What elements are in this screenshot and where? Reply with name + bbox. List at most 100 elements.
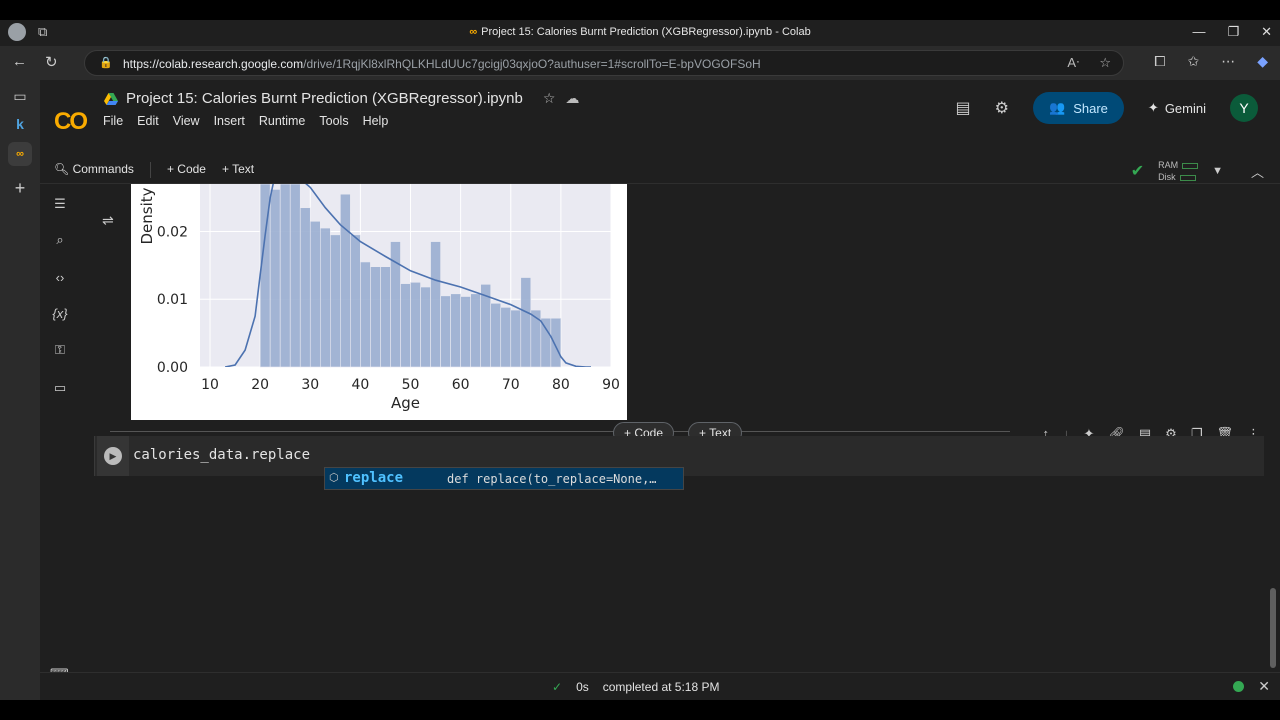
histogram-bar <box>299 207 311 368</box>
notebook-scrollbar[interactable] <box>1270 588 1276 668</box>
reload-icon[interactable]: ↻ <box>45 53 58 71</box>
cell-divider <box>110 431 1010 432</box>
histogram-bar <box>289 183 301 368</box>
address-bar[interactable]: 🔒 https://colab.research.google.com/driv… <box>84 50 1124 76</box>
histogram-bar <box>340 193 351 368</box>
avatar[interactable]: Y <box>1230 94 1258 122</box>
status-check-icon: ✓ <box>552 680 563 694</box>
y-tick-label: 0.02 <box>157 224 188 240</box>
share-button[interactable]: 👥 Share <box>1033 92 1124 124</box>
restore-icon[interactable]: ❐ <box>1227 24 1239 40</box>
star-icon[interactable]: ☆ <box>543 90 556 107</box>
suggestion-name[interactable]: replace <box>344 470 403 486</box>
histogram-bar <box>510 309 522 368</box>
code-editor[interactable]: calories_data.replace <box>133 447 310 463</box>
y-tick-label: 0.01 <box>157 292 188 308</box>
menu-edit[interactable]: Edit <box>137 114 159 128</box>
window-title: Project 15: Calories Burnt Prediction (X… <box>481 26 811 38</box>
minimize-icon[interactable]: — <box>1192 24 1205 40</box>
gemini-button[interactable]: ✦ Gemini <box>1148 100 1206 116</box>
connected-check-icon: ✔ <box>1130 163 1145 180</box>
google-drive-icon <box>104 92 118 105</box>
histogram-bar <box>430 241 441 368</box>
browser-titlebar: ⧉ ∞ Project 15: Calories Burnt Prediction… <box>0 20 1280 46</box>
files-folder-icon[interactable]: ▭ <box>50 380 70 396</box>
people-icon: 👥 <box>1049 100 1066 115</box>
autocomplete-popup: ⬡ replace def replace(to_replace=None,… <box>324 467 684 490</box>
close-status-icon[interactable]: ✕ <box>1258 678 1270 695</box>
code-snippets-icon[interactable]: ‹› <box>50 270 70 285</box>
play-icon: ▶ <box>104 447 122 465</box>
favorite-star-icon[interactable]: ☆ <box>1099 55 1111 71</box>
site-info-icon[interactable]: 🔒 <box>99 56 113 69</box>
variables-icon[interactable]: {x} <box>50 306 70 321</box>
output-options-icon[interactable]: ⇌ <box>102 212 114 229</box>
menu-file[interactable]: File <box>103 114 123 128</box>
cloud-saved-icon[interactable]: ☁ <box>565 90 579 107</box>
histogram-bar <box>400 283 411 368</box>
execution-status[interactable]: completed at 5:18 PM <box>603 680 720 694</box>
settings-gear-icon[interactable]: ⚙ <box>995 98 1009 118</box>
histogram-bar <box>330 234 341 368</box>
x-tick-label: 70 <box>502 377 520 393</box>
histogram-bar <box>420 286 431 368</box>
secrets-key-icon[interactable]: ⚿ <box>50 342 70 358</box>
ram-disk-indicator[interactable]: RAM Disk <box>1158 159 1199 183</box>
age-distribution-plot: 10 20 30 40 50 60 70 80 90 0.00 0.01 0.02 Age Density <box>131 183 627 420</box>
runtime-dropdown-icon[interactable]: ▼ <box>1212 165 1223 177</box>
close-window-icon[interactable]: ✕ <box>1261 24 1272 40</box>
browser-sidebar: ▭ k ∞ + <box>0 80 40 700</box>
x-tick-label: 30 <box>301 377 319 393</box>
colab-tab-icon[interactable]: ∞ <box>8 142 32 166</box>
colab-sidebar: ☰ ⌕ ‹› {x} ⚿ ▭ <box>40 184 78 700</box>
run-cell-button[interactable]: ▶ <box>97 436 129 476</box>
histogram-bar <box>520 277 532 368</box>
copilot-icon[interactable]: ◆ <box>1257 53 1268 70</box>
more-menu-icon[interactable]: ⋯ <box>1221 53 1235 70</box>
histogram-bar <box>319 227 331 368</box>
comments-icon[interactable]: ▤ <box>956 98 971 118</box>
histogram-bar <box>380 266 391 368</box>
suggestion-signature: def replace(to_replace=None,… <box>447 472 657 486</box>
x-tick-label: 90 <box>602 377 620 393</box>
histogram-bar <box>530 309 542 368</box>
colab-logo[interactable]: CO <box>54 108 88 136</box>
histogram-bar <box>350 234 361 368</box>
table-of-contents-icon[interactable]: ☰ <box>50 196 70 212</box>
method-cube-icon: ⬡ <box>329 472 339 484</box>
search-icon: 🔍︎ <box>54 162 70 176</box>
read-aloud-icon[interactable]: Aᐧ <box>1067 55 1079 71</box>
histogram-bar <box>500 307 512 368</box>
histogram-bar <box>460 296 471 368</box>
menu-runtime[interactable]: Runtime <box>259 114 306 128</box>
workspaces-icon[interactable]: ▭ <box>8 84 32 108</box>
histogram-bar <box>490 302 502 368</box>
histogram-bar <box>360 261 371 368</box>
menu-help[interactable]: Help <box>363 114 389 128</box>
commands-button[interactable]: 🔍︎ Commands <box>54 162 134 178</box>
menu-tools[interactable]: Tools <box>319 114 348 128</box>
histogram-bar <box>410 281 421 368</box>
add-text-button[interactable]: + Text <box>222 162 254 178</box>
histogram-bar <box>440 295 451 368</box>
find-replace-icon[interactable]: ⌕ <box>50 232 70 248</box>
back-icon[interactable]: ← <box>12 53 27 71</box>
menu-insert[interactable]: Insert <box>214 114 245 128</box>
extensions-icon[interactable]: ⧠ <box>1154 53 1165 70</box>
x-tick-label: 60 <box>452 377 470 393</box>
notebook-toolbar: 🔍︎ Commands + Code + Text ✔ RAM Disk ▼ ︿ <box>40 156 1280 184</box>
new-tab-plus-icon[interactable]: + <box>8 176 32 200</box>
menu-view[interactable]: View <box>173 114 200 128</box>
histogram-bar <box>370 266 381 368</box>
add-code-button[interactable]: + Code <box>167 162 206 178</box>
k-app-icon[interactable]: k <box>8 112 32 136</box>
favorites-icon[interactable]: ✩ <box>1187 53 1199 70</box>
collapse-header-icon[interactable]: ︿ <box>1251 162 1264 181</box>
status-bar: ✓ 0s completed at 5:18 PM ✕ <box>40 672 1280 700</box>
density-histogram-chart: 10 20 30 40 50 60 70 80 90 0.00 0.01 0.02 Age Density <box>138 183 620 412</box>
url-host: https://colab.research.google.com <box>123 57 304 71</box>
menu-bar: File Edit View Insert Runtime Tools Help <box>103 114 388 128</box>
x-tick-label: 80 <box>552 377 570 393</box>
notebook-title[interactable]: Project 15: Calories Burnt Prediction (X… <box>126 90 523 107</box>
gemini-label: Gemini <box>1164 100 1206 116</box>
